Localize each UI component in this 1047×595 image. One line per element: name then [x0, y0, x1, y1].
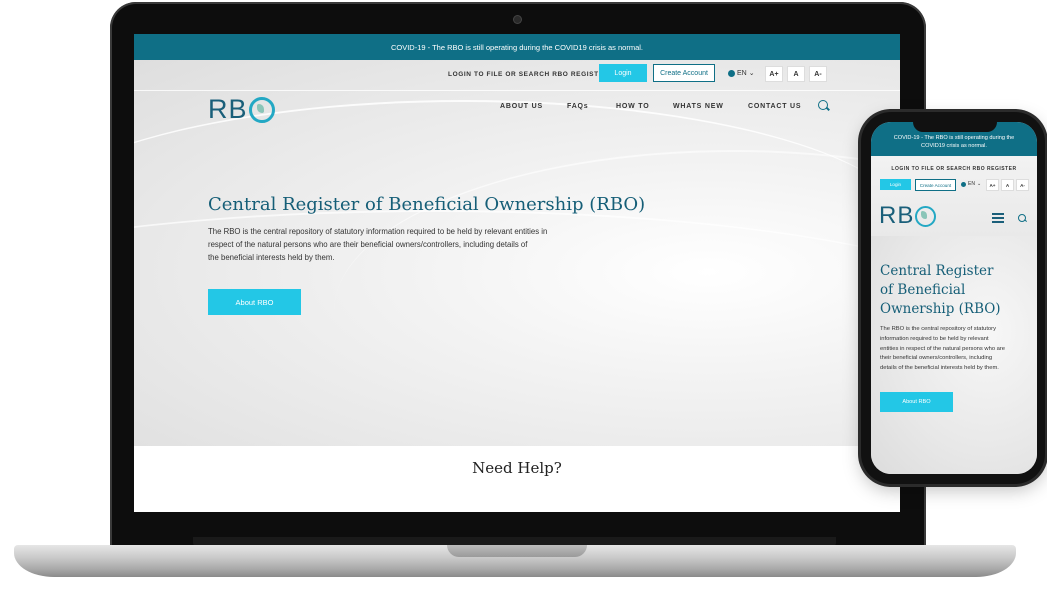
language-label: EN: [737, 69, 747, 77]
mobile-about-rbo-button[interactable]: About RBO: [880, 392, 953, 412]
language-selector[interactable]: EN ⌄: [728, 69, 755, 77]
hamburger-menu-icon[interactable]: [992, 213, 1004, 223]
mobile-text-line: information required to be held by relev…: [880, 335, 989, 342]
hero-description: The RBO is the central repository of sta…: [208, 226, 568, 264]
chevron-down-icon: ⌄: [976, 181, 982, 187]
mobile-covid-line: COVID-19 - The RBO is still operating du…: [893, 135, 1015, 141]
mobile-language-label: EN: [968, 181, 975, 187]
laptop-camera: [514, 16, 521, 23]
login-button[interactable]: Login: [599, 64, 647, 82]
login-register-link[interactable]: LOGIN TO FILE OR SEARCH RBO REGISTER: [448, 71, 609, 78]
mobile-text-line: The RBO is the central repository of sta…: [880, 326, 996, 332]
rbo-logo[interactable]: RB: [208, 94, 275, 125]
utility-bar: LOGIN TO FILE OR SEARCH RBO REGISTER Log…: [134, 60, 900, 91]
mobile-font-decrease-button[interactable]: A-: [1016, 179, 1029, 191]
nav-whats-new[interactable]: WHATS NEW: [673, 103, 724, 110]
font-reset-button[interactable]: A: [787, 66, 805, 82]
hero-text-line: The RBO is the central repository of sta…: [208, 227, 548, 236]
harp-logo-icon: [248, 96, 275, 123]
mobile-title-line: Ownership (RBO): [880, 301, 1001, 317]
mobile-hero-title: Central Register of Beneficial Ownership…: [880, 262, 1020, 319]
mobile-text-line: details of the beneficial interests held…: [880, 365, 999, 372]
nav-how-to[interactable]: HOW TO: [616, 103, 649, 110]
mobile-text-line: their beneficial owners/controllers, inc…: [880, 355, 993, 362]
hero-text-line: the beneficial interests held by them.: [208, 252, 335, 262]
mobile-covid-line: COVID19 crisis as normal.: [921, 143, 987, 149]
mobile-title-line: Central Register: [880, 263, 994, 279]
mobile-login-register-link[interactable]: LOGIN TO FILE OR SEARCH RBO REGISTER: [871, 166, 1037, 172]
phone-notch: [913, 118, 997, 132]
logo-text: RB: [208, 94, 248, 124]
search-icon[interactable]: [818, 100, 828, 110]
mobile-rbo-logo[interactable]: RB: [879, 202, 937, 230]
need-help-heading: Need Help?: [472, 459, 562, 477]
mobile-font-increase-button[interactable]: A+: [986, 179, 999, 191]
font-decrease-button[interactable]: A-: [809, 66, 827, 82]
harp-logo-icon: [915, 205, 937, 227]
mobile-search-icon[interactable]: [1018, 214, 1026, 222]
mobile-language-selector[interactable]: EN ⌄: [961, 181, 981, 187]
font-increase-button[interactable]: A+: [765, 66, 783, 82]
nav-contact-us[interactable]: CONTACT US: [748, 103, 801, 110]
chevron-down-icon: ⌄: [748, 70, 755, 77]
nav-faqs[interactable]: FAQs: [567, 103, 588, 110]
mobile-text-line: entities in respect of the natural perso…: [880, 345, 1006, 352]
hero-title: Central Register of Beneficial Ownership…: [208, 194, 646, 215]
mobile-login-button[interactable]: Login: [880, 179, 911, 190]
hero-text-line: respect of the natural persons who are t…: [208, 239, 528, 249]
globe-icon: [728, 69, 735, 77]
mobile-hero-description: The RBO is the central repository of sta…: [880, 325, 1030, 374]
hero-section: LOGIN TO FILE OR SEARCH RBO REGISTER Log…: [134, 60, 900, 446]
covid-banner: COVID-19 - The RBO is still operating du…: [134, 34, 900, 60]
about-rbo-button[interactable]: About RBO: [208, 289, 301, 315]
nav-about-us[interactable]: ABOUT US: [500, 103, 543, 110]
mobile-font-reset-button[interactable]: A: [1001, 179, 1014, 191]
globe-icon: [961, 181, 966, 187]
mobile-logo-text: RB: [879, 202, 915, 229]
covid-banner-text: COVID-19 - The RBO is still operating du…: [390, 42, 644, 52]
mobile-create-account-button[interactable]: Create Account: [915, 179, 956, 191]
laptop-opening-notch: [447, 545, 587, 557]
mobile-title-line: of Beneficial: [880, 282, 966, 298]
desktop-screen: COVID-19 - The RBO is still operating du…: [134, 34, 900, 512]
create-account-button[interactable]: Create Account: [653, 64, 715, 82]
